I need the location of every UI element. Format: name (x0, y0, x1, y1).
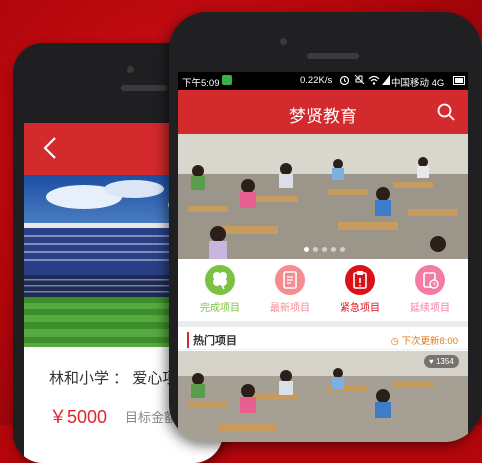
clipboard-icon (345, 265, 375, 295)
wechat-notification-icon (222, 75, 232, 85)
app-title: 梦贤教育 (289, 107, 357, 126)
signal-icon (382, 75, 390, 85)
carousel-dot[interactable] (331, 247, 336, 252)
clock-icon: ◷ (390, 336, 402, 347)
shortcut-grid: 完成项目 最新项目 紧急项目 延续项目 (178, 259, 468, 321)
clover-icon (205, 265, 235, 295)
wifi-icon (368, 75, 380, 85)
like-count: 1354 (435, 357, 454, 366)
battery-icon (453, 76, 465, 85)
next-update-label: 下次更新8:00 (401, 336, 459, 347)
document-icon (275, 265, 305, 295)
shortcut-continued[interactable]: 延续项目 (395, 265, 465, 314)
hot-project-image[interactable]: ♥ 1354 (178, 351, 468, 442)
front-phone: 下午5:09 0.22K/s 中国移动 4G 梦贤教育 完成项目 最新项目 紧急… (169, 12, 482, 442)
shortcut-label: 紧急项目 (340, 303, 380, 314)
carousel-dot[interactable] (304, 247, 309, 252)
tag-icon (415, 265, 445, 295)
network-speed: 0.22K/s (300, 75, 333, 86)
mute-icon (354, 74, 365, 85)
project-price: ￥5000 (49, 407, 108, 427)
search-icon[interactable] (436, 102, 456, 122)
speaker (121, 85, 167, 91)
banner-carousel[interactable] (178, 134, 468, 259)
alarm-icon (339, 75, 350, 86)
carousel-dot[interactable] (340, 247, 345, 252)
shortcut-latest[interactable]: 最新项目 (255, 265, 325, 314)
shortcut-urgent[interactable]: 紧急项目 (325, 265, 395, 314)
carrier-name: 中国移动 4G (391, 78, 445, 89)
carousel-dot[interactable] (322, 247, 327, 252)
shortcut-completed[interactable]: 完成项目 (185, 265, 255, 314)
like-badge[interactable]: ♥ 1354 (424, 355, 459, 368)
status-bar: 下午5:09 0.22K/s 中国移动 4G (178, 72, 468, 90)
shortcut-label: 延续项目 (410, 303, 450, 314)
carousel-dots (304, 247, 364, 255)
camera (127, 66, 134, 73)
front-phone-screen: 下午5:09 0.22K/s 中国移动 4G 梦贤教育 完成项目 最新项目 紧急… (178, 72, 468, 442)
status-time: 下午5:09 (182, 78, 220, 89)
camera (280, 38, 287, 45)
app-header: 梦贤教育 (178, 90, 468, 134)
back-arrow-icon[interactable] (38, 135, 64, 161)
shortcut-label: 最新项目 (270, 303, 310, 314)
heart-icon: ♥ (429, 357, 436, 366)
carousel-dot[interactable] (313, 247, 318, 252)
hot-section-header: 热门项目 ◷ 下次更新8:00 (178, 327, 468, 350)
speaker (307, 53, 359, 59)
shortcut-label: 完成项目 (200, 303, 240, 314)
hot-section-title: 热门项目 (187, 332, 237, 348)
next-update-text: ◷ 下次更新8:00 (391, 333, 458, 347)
